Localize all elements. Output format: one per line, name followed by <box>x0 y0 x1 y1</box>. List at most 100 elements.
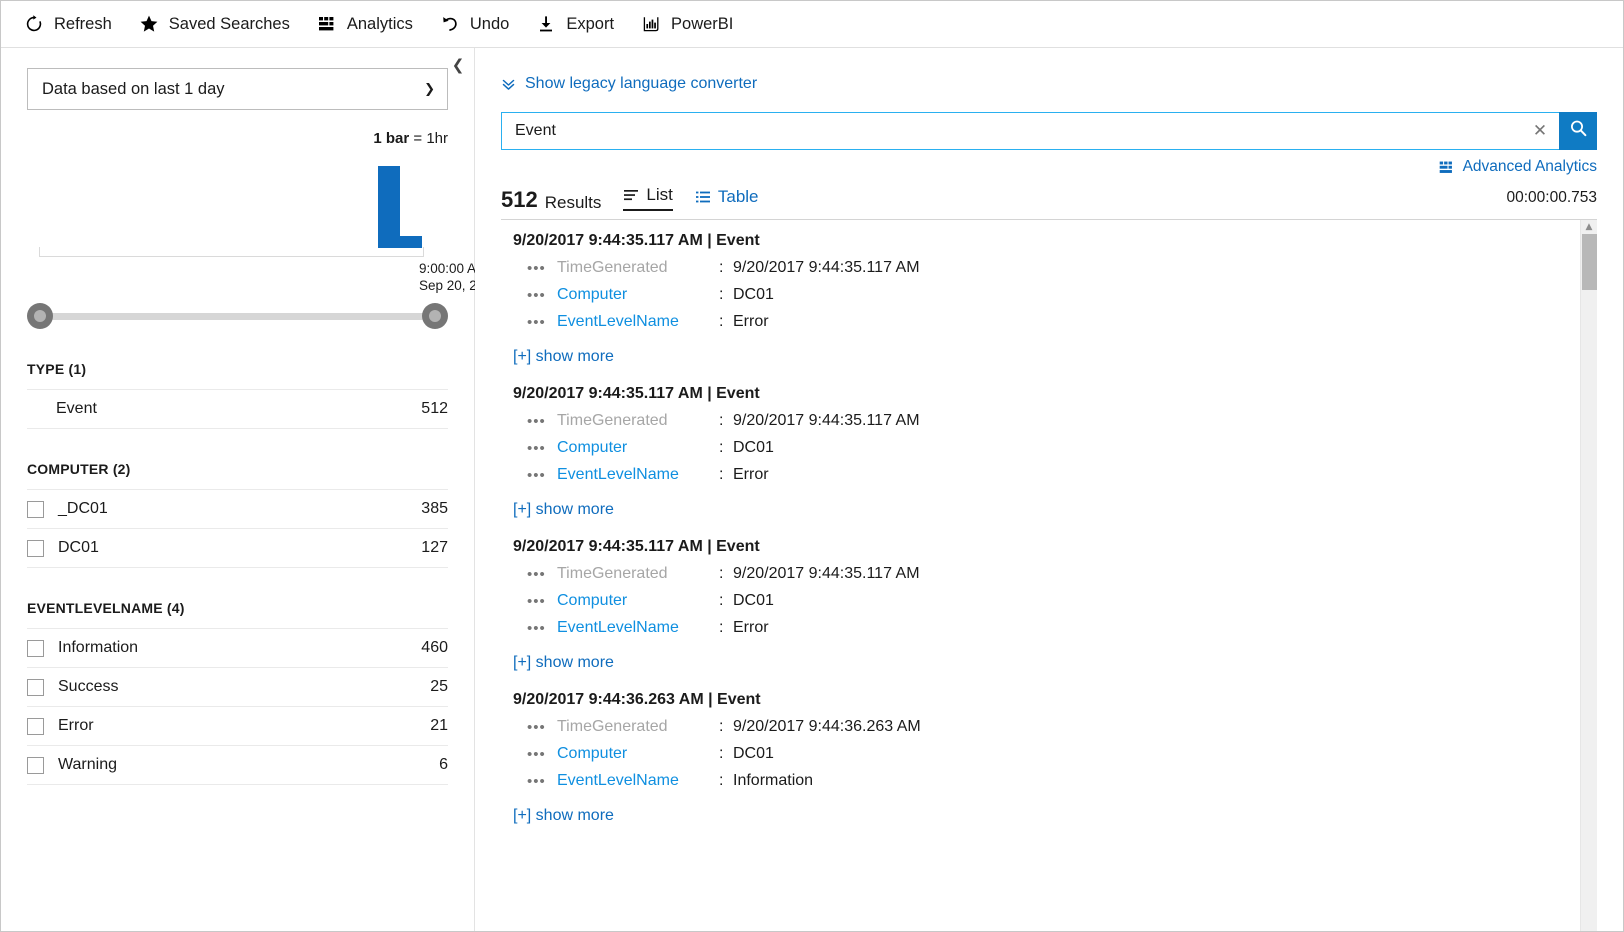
result-field-key[interactable]: Computer <box>557 745 719 763</box>
result-field-separator: : <box>719 772 724 789</box>
facet-checkbox[interactable] <box>27 639 44 657</box>
analytics-label: Analytics <box>346 14 413 33</box>
ellipsis-icon[interactable]: ••• <box>513 620 557 637</box>
export-button[interactable]: Export <box>535 8 614 40</box>
show-more-link[interactable]: [+] show more <box>501 348 614 366</box>
ellipsis-icon[interactable]: ••• <box>513 314 557 331</box>
result-item[interactable]: 9/20/2017 9:44:35.117 AM | Event ••• TimeG… <box>501 385 1580 501</box>
facet-title-count: (4) <box>166 600 185 616</box>
show-legacy-language-converter-link[interactable]: Show legacy language converter <box>501 75 757 93</box>
result-field-value: Error <box>733 466 769 483</box>
result-field-value: 9/20/2017 9:44:35.117 AM <box>733 259 920 276</box>
advanced-analytics-link[interactable]: Advanced Analytics <box>1438 158 1597 176</box>
tab-table-view[interactable]: Table <box>695 188 759 211</box>
chart-bar[interactable] <box>400 236 422 248</box>
chevron-down-icon: ❯ <box>424 81 435 97</box>
facet-group: EVENTLEVELNAME (4) Information 460 Success 2… <box>27 600 448 785</box>
chevron-left-icon[interactable]: ❮ <box>448 54 468 76</box>
result-item[interactable]: 9/20/2017 9:44:36.263 AM | Event ••• TimeG… <box>501 691 1580 807</box>
time-range-select[interactable]: Data based on last 1 day ❯ <box>27 68 448 110</box>
facet-item-label: Event <box>56 400 97 417</box>
facet-checkbox[interactable] <box>27 539 44 557</box>
show-more-link[interactable]: [+] show more <box>501 807 614 825</box>
ellipsis-icon[interactable]: ••• <box>513 746 557 763</box>
analytics-icon <box>1438 159 1455 176</box>
time-range-slider[interactable] <box>27 303 448 329</box>
facet-checkbox[interactable] <box>27 756 44 774</box>
result-field-key[interactable]: Computer <box>557 439 719 457</box>
search-input[interactable] <box>513 121 1527 141</box>
facet-row[interactable]: Information 460 <box>27 628 448 667</box>
facet-row[interactable]: Success 25 <box>27 667 448 706</box>
result-item[interactable]: 9/20/2017 9:44:35.117 AM | Event ••• TimeG… <box>501 538 1580 654</box>
scroll-up-icon[interactable]: ▲ <box>1581 220 1597 234</box>
result-field-separator: : <box>719 259 724 276</box>
result-item[interactable]: 9/20/2017 9:44:35.117 AM | Event ••• TimeG… <box>501 232 1580 348</box>
result-field-separator: : <box>719 466 724 483</box>
powerbi-icon <box>640 13 662 35</box>
ellipsis-icon[interactable]: ••• <box>513 440 557 457</box>
search-row: ✕ <box>501 112 1597 150</box>
ellipsis-icon[interactable]: ••• <box>513 260 557 277</box>
result-field-key[interactable]: Computer <box>557 286 719 304</box>
result-field-key: TimeGenerated <box>557 565 668 582</box>
facet-item-label: _DC01 <box>58 500 108 517</box>
ellipsis-icon[interactable]: ••• <box>513 593 557 610</box>
search-button[interactable] <box>1559 112 1597 150</box>
scrollbar-thumb[interactable] <box>1582 234 1597 290</box>
result-field-row: ••• EventLevelName: Error <box>513 466 1580 484</box>
result-title: 9/20/2017 9:44:36.263 AM | Event <box>513 691 761 708</box>
facet-checkbox[interactable] <box>27 678 44 696</box>
facet-item-label: DC01 <box>58 539 99 556</box>
result-field-key[interactable]: EventLevelName <box>557 313 719 331</box>
results-scrollbar[interactable]: ▲ <box>1580 220 1597 931</box>
result-field-key[interactable]: EventLevelName <box>557 619 719 637</box>
ellipsis-icon[interactable]: ••• <box>513 773 557 790</box>
ellipsis-icon[interactable]: ••• <box>513 413 557 430</box>
result-field-key[interactable]: Computer <box>557 592 719 610</box>
result-field-separator: : <box>719 313 724 330</box>
facet-row[interactable]: _DC01 385 <box>27 489 448 528</box>
result-field-value: DC01 <box>733 439 774 456</box>
result-field-key[interactable]: EventLevelName <box>557 772 719 790</box>
show-more-link[interactable]: [+] show more <box>501 501 614 519</box>
result-field-separator: : <box>719 745 724 762</box>
result-field-value: 9/20/2017 9:44:35.117 AM <box>733 412 920 429</box>
refresh-button[interactable]: Refresh <box>23 8 112 40</box>
slider-thumb-end[interactable] <box>422 303 448 329</box>
facet-checkbox[interactable] <box>27 717 44 735</box>
undo-button[interactable]: Undo <box>439 8 509 40</box>
slider-track <box>41 313 434 320</box>
ellipsis-icon[interactable]: ••• <box>513 719 557 736</box>
facet-row[interactable]: DC01 127 <box>27 528 448 568</box>
facet-checkbox[interactable] <box>27 500 44 518</box>
saved-searches-button[interactable]: Saved Searches <box>138 8 290 40</box>
main-toolbar: Refresh Saved Searches Analytics Undo Ex… <box>1 1 1623 48</box>
powerbi-button[interactable]: PowerBI <box>640 8 733 40</box>
list-view-icon <box>623 187 639 203</box>
elapsed-time: 00:00:00.753 <box>1506 189 1597 206</box>
facet-title-name: COMPUTER <box>27 461 109 477</box>
chart-bar[interactable] <box>378 166 400 248</box>
analytics-button[interactable]: Analytics <box>316 8 413 40</box>
result-field-key[interactable]: EventLevelName <box>557 466 719 484</box>
slider-thumb-start[interactable] <box>27 303 53 329</box>
show-more-link[interactable]: [+] show more <box>501 654 614 672</box>
search-box[interactable]: ✕ <box>501 112 1559 150</box>
close-icon[interactable]: ✕ <box>1527 118 1553 144</box>
facet-item-label: Success <box>58 678 119 695</box>
ellipsis-icon[interactable]: ••• <box>513 287 557 304</box>
time-histogram-chart[interactable]: 9:00:00 A Sep 20, 2 <box>27 157 477 293</box>
result-title: 9/20/2017 9:44:35.117 AM | Event <box>513 385 760 402</box>
facet-item-count: 6 <box>439 756 448 773</box>
result-field-row: ••• EventLevelName: Information <box>513 772 1580 790</box>
ellipsis-icon[interactable]: ••• <box>513 566 557 583</box>
tab-list-view[interactable]: List <box>623 186 673 211</box>
ellipsis-icon[interactable]: ••• <box>513 467 557 484</box>
facet-row[interactable]: Error 21 <box>27 706 448 745</box>
result-field-value: DC01 <box>733 592 774 609</box>
facet-title: EVENTLEVELNAME (4) <box>27 600 448 628</box>
facet-row[interactable]: Event 512 <box>27 389 448 429</box>
facet-row[interactable]: Warning 6 <box>27 745 448 785</box>
facet-item-count: 385 <box>421 500 448 517</box>
